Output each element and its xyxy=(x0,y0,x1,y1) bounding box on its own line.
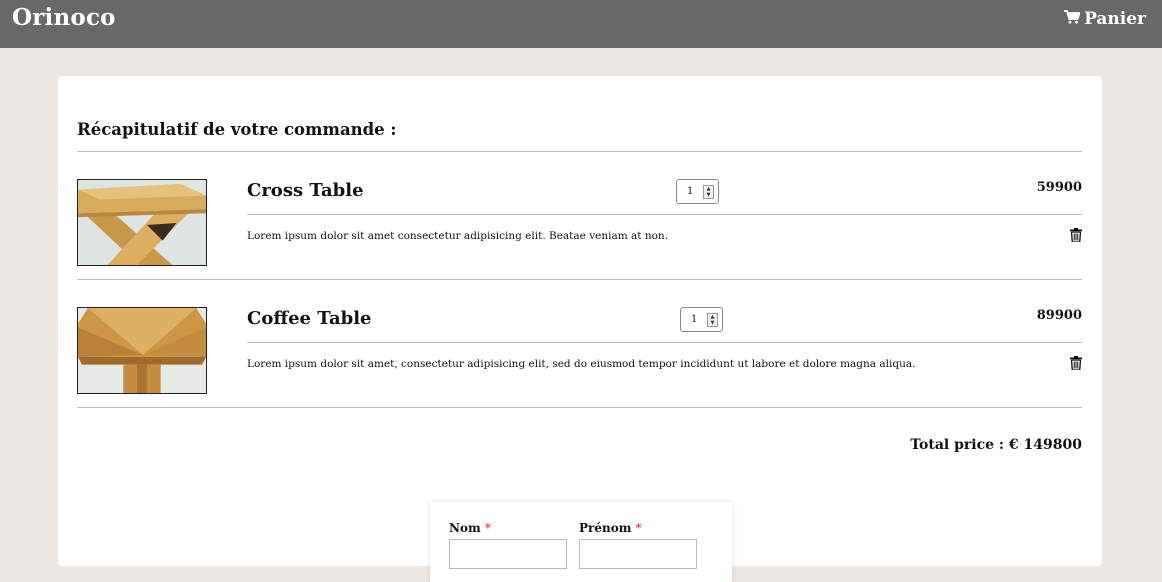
quantity-stepper[interactable]: 1 ▲ ▼ xyxy=(676,179,719,204)
page-title: Récapitulatif de votre commande : xyxy=(77,120,397,139)
product-name: Cross Table xyxy=(247,180,364,201)
product-price: 59900 xyxy=(1036,180,1082,195)
required-mark: * xyxy=(484,521,491,535)
customer-form: Nom * Prénom * xyxy=(430,502,732,582)
prenom-label-text: Prénom xyxy=(579,521,632,535)
product-image-coffee-table[interactable] xyxy=(77,307,207,394)
total-price: Total price : € 149800 xyxy=(910,437,1082,453)
brand-logo[interactable]: Orinoco xyxy=(12,4,116,31)
navbar: Orinoco Panier xyxy=(0,0,1162,48)
divider xyxy=(77,151,1082,152)
product-description: Lorem ipsum dolor sit amet, consectetur … xyxy=(247,358,916,370)
nom-input[interactable] xyxy=(449,539,567,569)
divider xyxy=(77,279,1082,280)
product-name: Coffee Table xyxy=(247,308,372,329)
quantity-stepper[interactable]: 1 ▲ ▼ xyxy=(680,307,723,332)
quantity-value: 1 xyxy=(687,186,694,197)
nom-label: Nom * xyxy=(449,521,491,535)
product-description: Lorem ipsum dolor sit amet consectetur a… xyxy=(247,230,669,242)
spinner-arrows-icon[interactable]: ▲ ▼ xyxy=(703,185,714,199)
divider xyxy=(247,342,1082,343)
shopping-cart-icon xyxy=(1064,9,1081,29)
prenom-label: Prénom * xyxy=(579,521,642,535)
quantity-value: 1 xyxy=(691,314,698,325)
required-mark: * xyxy=(635,521,642,535)
nom-label-text: Nom xyxy=(449,521,481,535)
product-image-cross-table[interactable] xyxy=(77,179,207,266)
cart-label: Panier xyxy=(1084,9,1146,29)
order-summary-card: Récapitulatif de votre commande : Cross … xyxy=(58,76,1102,582)
cart-link[interactable]: Panier xyxy=(1064,9,1146,29)
trash-icon[interactable] xyxy=(1070,228,1082,242)
divider xyxy=(77,407,1082,408)
spinner-arrows-icon[interactable]: ▲ ▼ xyxy=(707,313,718,327)
product-price: 89900 xyxy=(1036,308,1082,323)
prenom-input[interactable] xyxy=(579,539,697,569)
divider xyxy=(247,214,1082,215)
trash-icon[interactable] xyxy=(1070,356,1082,370)
